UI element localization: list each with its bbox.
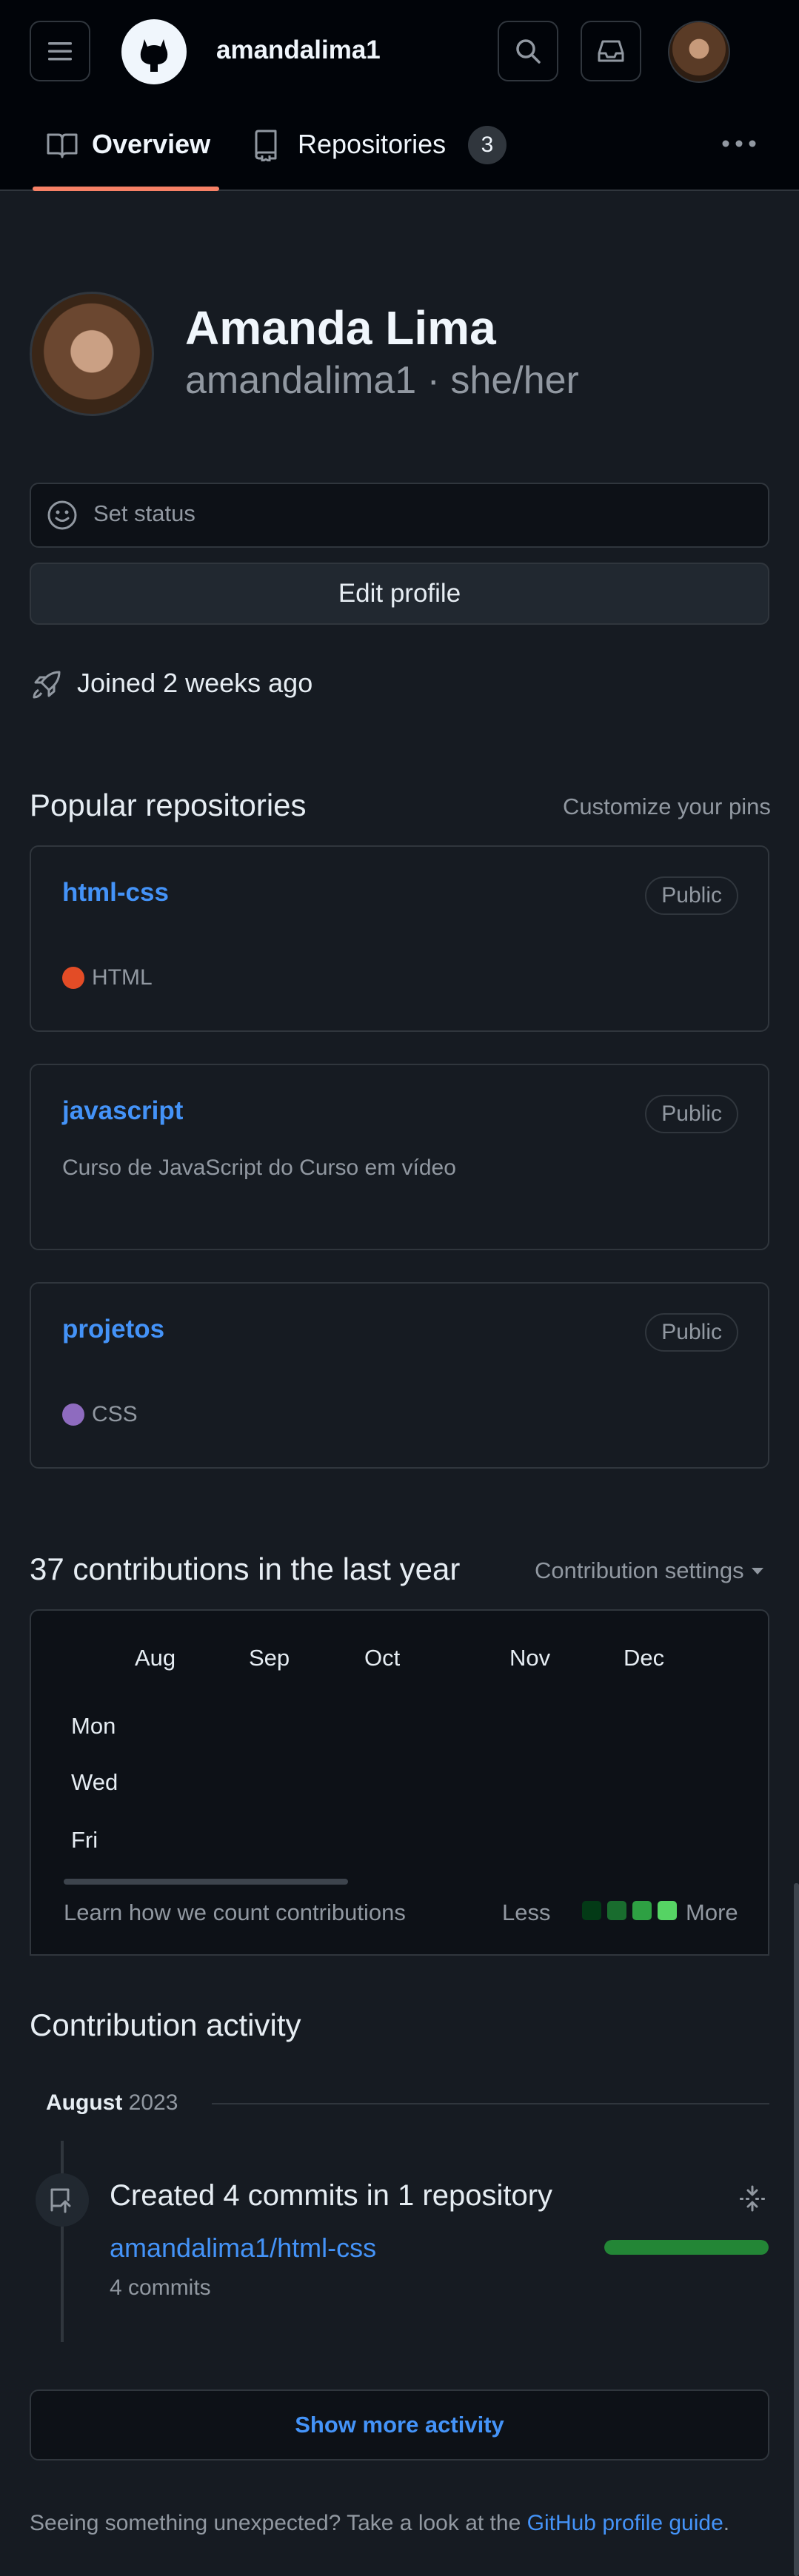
inbox-button[interactable] <box>581 21 641 81</box>
user-avatar[interactable] <box>668 21 730 83</box>
language-color-dot <box>62 1403 84 1426</box>
github-logo-icon[interactable] <box>121 19 187 84</box>
header-username[interactable]: amandalima1 <box>216 36 381 65</box>
octocat-icon <box>140 39 168 72</box>
language-name: HTML <box>92 965 153 990</box>
profile-name: Amanda Lima <box>185 301 496 355</box>
legend-swatch <box>582 1901 601 1920</box>
day-label: Fri <box>71 1827 98 1853</box>
contributions-title: 37 contributions in the last year <box>30 1552 461 1586</box>
activity-commit-count: 4 commits <box>110 2275 211 2300</box>
set-status-button[interactable]: Set status <box>30 483 769 548</box>
repo-name-link[interactable]: javascript <box>62 1096 183 1126</box>
profile-handle-line: amandalima1 · she/her <box>185 358 579 403</box>
show-more-activity-button[interactable]: Show more activity <box>30 2389 769 2461</box>
month-label: Aug <box>135 1645 176 1671</box>
activity-month-header: August 2023 <box>46 2090 178 2116</box>
repo-name-link[interactable]: projetos <box>62 1315 164 1344</box>
visibility-badge: Public <box>645 1313 738 1352</box>
repo-card: projetos Public CSS <box>30 1282 769 1469</box>
graph-scrollbar[interactable] <box>64 1879 348 1885</box>
repo-card: html-css Public HTML <box>30 845 769 1032</box>
contribution-settings-button[interactable]: Contribution settings <box>535 1557 766 1584</box>
activity-year: 2023 <box>128 2090 178 2115</box>
commit-progress-bar <box>604 2240 769 2255</box>
page-scrollbar[interactable] <box>794 1883 799 2576</box>
month-divider <box>212 2103 769 2104</box>
month-label: Dec <box>624 1645 665 1671</box>
contribution-settings-label: Contribution settings <box>535 1557 744 1583</box>
legend-swatch <box>658 1901 677 1920</box>
legend-swatch <box>632 1901 652 1920</box>
repo-description: Curso de JavaScript do Curso em vídeo <box>62 1155 456 1180</box>
activity-month: August <box>46 2090 123 2115</box>
profile-handle: amandalima1 <box>185 359 417 402</box>
legend-less: Less <box>502 1899 551 1925</box>
contribution-graph: Aug Sep Oct Nov Dec Mon Wed Fri Learn ho… <box>30 1609 769 1956</box>
repo-language: HTML <box>62 965 153 990</box>
hamburger-icon <box>48 42 72 61</box>
inbox-icon <box>598 40 624 62</box>
profile-avatar[interactable] <box>30 292 154 416</box>
commit-progress-fill <box>604 2240 769 2255</box>
month-label: Sep <box>249 1645 290 1671</box>
repo-icon <box>252 129 278 165</box>
collapse-icon[interactable] <box>738 2184 767 2213</box>
footer-text: Seeing something unexpected? Take a look… <box>30 2511 521 2535</box>
app-header: amandalima1 Overview Repositories 3 <box>0 0 799 191</box>
book-icon <box>46 130 78 164</box>
smiley-icon <box>47 500 77 530</box>
month-label: Oct <box>364 1645 401 1671</box>
repo-push-icon <box>50 2188 71 2213</box>
legend-swatch <box>607 1901 626 1920</box>
customize-pins-link[interactable]: Customize your pins <box>563 794 771 820</box>
language-name: CSS <box>92 1402 138 1426</box>
day-label: Mon <box>71 1713 116 1739</box>
tab-overview[interactable]: Overview <box>92 129 210 160</box>
popular-repos-title: Popular repositories <box>30 788 307 822</box>
visibility-badge: Public <box>645 876 738 915</box>
caret-down-icon <box>751 1568 763 1574</box>
handle-separator: · <box>427 359 440 402</box>
tab-repositories[interactable]: Repositories <box>298 129 446 160</box>
set-status-label: Set status <box>93 500 195 526</box>
activity-event-title: Created 4 commits in 1 repository <box>110 2179 553 2212</box>
month-label: Nov <box>509 1645 551 1671</box>
language-color-dot <box>62 967 84 989</box>
day-label: Wed <box>71 1769 118 1795</box>
repo-language: CSS <box>62 1402 138 1427</box>
search-button[interactable] <box>498 21 558 81</box>
contribution-activity-title: Contribution activity <box>30 2008 301 2042</box>
more-tabs-icon[interactable] <box>721 138 757 153</box>
timeline-line <box>61 2141 64 2342</box>
profile-guide-link[interactable]: GitHub profile guide <box>527 2511 723 2535</box>
rocket-icon <box>33 671 61 699</box>
activity-repo-link[interactable]: amandalima1/html-css <box>110 2233 376 2264</box>
legend-more: More <box>686 1899 738 1925</box>
joined-text: Joined 2 weeks ago <box>77 668 313 698</box>
learn-contributions-link[interactable]: Learn how we count contributions <box>64 1899 406 1926</box>
menu-button[interactable] <box>30 21 90 81</box>
profile-guide-footer: Seeing something unexpected? Take a look… <box>30 2511 729 2536</box>
footer-period: . <box>723 2511 730 2535</box>
edit-profile-button[interactable]: Edit profile <box>30 563 769 625</box>
search-icon <box>516 39 541 64</box>
profile-pronouns: she/her <box>450 359 579 402</box>
repo-card: javascript Public Curso de JavaScript do… <box>30 1064 769 1250</box>
visibility-badge: Public <box>645 1095 738 1133</box>
repo-name-link[interactable]: html-css <box>62 878 169 908</box>
repositories-count-badge: 3 <box>468 126 507 164</box>
commit-event-icon <box>36 2173 89 2227</box>
